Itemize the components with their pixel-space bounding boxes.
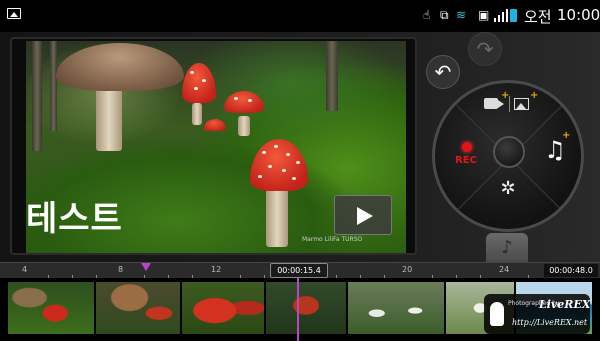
video-caption: 테스트 xyxy=(26,199,123,239)
music-track-tab[interactable]: ♪ xyxy=(486,233,528,262)
record-label: REC xyxy=(455,155,477,166)
status-time: 10:00 xyxy=(557,6,600,24)
tick-label: 20 xyxy=(402,265,413,274)
divider xyxy=(509,96,510,112)
clip-thumbnail[interactable] xyxy=(266,282,346,334)
video-camera-icon xyxy=(484,98,504,109)
battery-icon xyxy=(510,9,517,22)
effects-button[interactable]: ✲ xyxy=(491,178,525,208)
status-ampm: 오전 xyxy=(524,8,552,26)
redo-button[interactable]: ↷ xyxy=(468,32,502,66)
sim-icon: ▣ xyxy=(478,8,490,22)
wifi-icon: ≋ xyxy=(456,8,467,22)
photo-credit-watermark: Photographed by LiveREX http://LiveREX.n… xyxy=(484,294,590,334)
screen-mirror-icon: ⧉ xyxy=(440,8,449,22)
record-button[interactable]: REC xyxy=(450,140,486,170)
tick-label: 4 xyxy=(22,265,28,274)
playhead-line[interactable] xyxy=(297,278,299,341)
touch-icon: ☝ xyxy=(423,8,431,22)
add-music-button[interactable]: ♫ + xyxy=(540,130,570,166)
undo-button[interactable]: ↶ xyxy=(426,55,460,89)
plus-icon: + xyxy=(530,90,539,101)
status-bar: ☝ ⧉ ≋ ▣ 오전 10:00 xyxy=(0,0,600,32)
clip-thumbnail[interactable] xyxy=(8,282,94,334)
plus-icon: + xyxy=(562,130,571,141)
gallery-icon xyxy=(7,8,21,19)
total-time: 00:00:48.0 xyxy=(544,264,598,277)
clip-thumbnail[interactable] xyxy=(348,282,444,334)
tick-label: 24 xyxy=(499,265,510,274)
play-button[interactable] xyxy=(334,195,392,235)
credit-brand: LiveREX xyxy=(539,298,591,311)
video-preview[interactable]: 테스트 Marmo LiliFa TURSO xyxy=(10,37,417,255)
figure-icon xyxy=(490,302,504,326)
dial-center-button[interactable] xyxy=(493,136,525,168)
record-icon xyxy=(462,142,472,152)
magic-wand-icon: ✲ xyxy=(500,178,516,199)
add-media-button[interactable]: + + xyxy=(482,90,542,118)
playhead-marker[interactable] xyxy=(141,263,151,271)
clip-thumbnail[interactable] xyxy=(96,282,180,334)
signal-icon xyxy=(494,9,508,22)
tick-label: 8 xyxy=(118,265,124,274)
current-time: 00:00:15.4 xyxy=(270,263,328,278)
image-icon xyxy=(514,98,529,110)
video-watermark: Marmo LiliFa TURSO xyxy=(302,236,363,243)
tick-label: 12 xyxy=(211,265,222,274)
credit-url: http://LiveREX.net xyxy=(512,318,588,327)
clip-thumbnail[interactable] xyxy=(182,282,264,334)
